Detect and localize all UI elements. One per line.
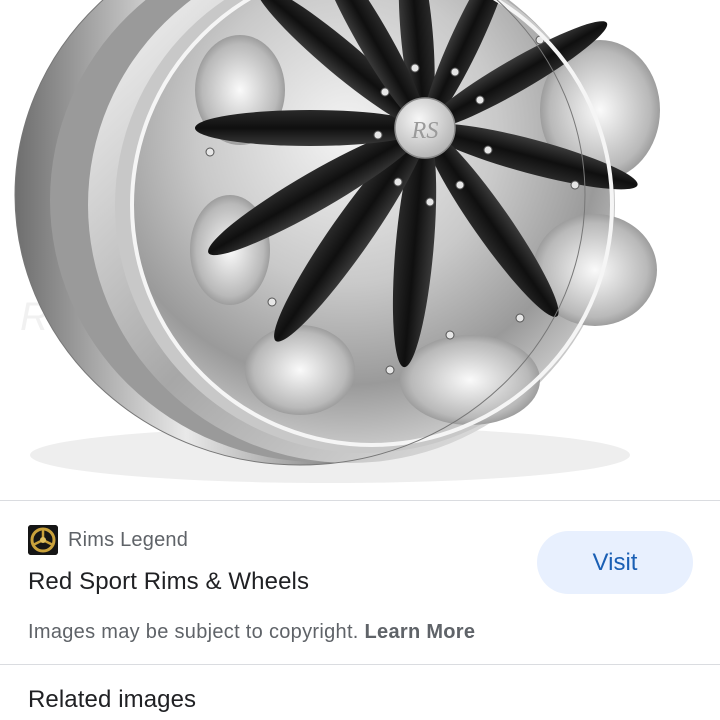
copyright-text: Images may be subject to copyright. bbox=[28, 621, 359, 643]
copyright-notice: Images may be subject to copyright. Lear… bbox=[28, 621, 475, 644]
result-image[interactable]: RIMS LEGEND bbox=[0, 0, 720, 500]
svg-text:RS: RS bbox=[411, 118, 439, 144]
related-images-heading: Related images bbox=[28, 686, 197, 713]
wheel-rim-image: RIMS LEGEND bbox=[14, 0, 660, 483]
source-row[interactable]: Rims Legend bbox=[28, 524, 188, 556]
rims-legend-logo-icon bbox=[28, 525, 58, 555]
divider bbox=[0, 500, 720, 501]
learn-more-link[interactable]: Learn More bbox=[365, 621, 476, 643]
page-title[interactable]: Red Sport Rims & Wheels bbox=[28, 568, 309, 596]
divider bbox=[0, 664, 720, 665]
source-site-name[interactable]: Rims Legend bbox=[68, 529, 188, 552]
visit-button[interactable]: Visit bbox=[537, 531, 693, 594]
